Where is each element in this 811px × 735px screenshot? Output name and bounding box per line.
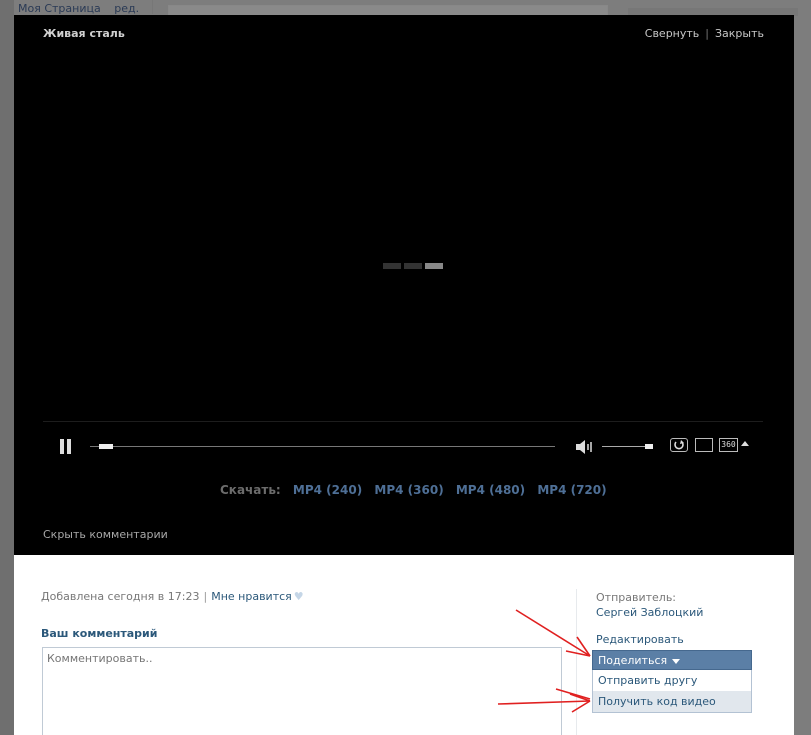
video-actions: Свернуть | Закрыть — [645, 27, 764, 40]
actions-separator: | — [705, 27, 709, 40]
loader-bar — [425, 263, 443, 269]
menu-item-get-embed-code[interactable]: Получить код видео — [593, 691, 751, 712]
loop-icon[interactable] — [670, 438, 688, 452]
loader-bar — [404, 263, 422, 269]
sender-label: Отправитель: — [596, 591, 677, 604]
video-player: Живая сталь Свернуть | Закрыть 360 Скачать… — [14, 15, 794, 555]
sender-name-link[interactable]: Сергей Заблоцкий — [596, 606, 703, 619]
expand-icon[interactable] — [695, 438, 713, 452]
chevron-down-icon — [672, 658, 681, 664]
video-title: Живая сталь — [43, 27, 125, 40]
like-link[interactable]: Мне нравится — [211, 590, 292, 603]
download-mp4-480[interactable]: MP4 (480) — [456, 483, 525, 497]
quality-arrow-icon[interactable] — [741, 441, 749, 446]
quality-button[interactable]: 360 — [719, 438, 738, 452]
share-label: Поделиться — [598, 654, 668, 667]
edit-link[interactable]: Редактировать — [596, 633, 684, 646]
minimize-button[interactable]: Свернуть — [645, 27, 700, 40]
pause-icon[interactable] — [59, 439, 73, 455]
info-separator: | — [203, 590, 208, 603]
right-column-divider — [576, 589, 577, 735]
added-date: Добавлена сегодня в 17:23 — [41, 590, 200, 603]
video-info-panel: Добавлена сегодня в 17:23 | Мне нравится ♥ … — [14, 555, 794, 735]
controls-divider — [43, 421, 763, 422]
menu-item-send-to-friend[interactable]: Отправить другу — [593, 670, 751, 691]
nav-edit[interactable]: ред. — [114, 2, 139, 15]
download-links: Скачать: MP4 (240) MP4 (360) MP4 (480) M… — [220, 483, 607, 497]
background-nav: Моя Страница ред. — [18, 2, 149, 15]
background-left-strip — [0, 0, 14, 735]
loading-indicator — [383, 259, 446, 272]
background-divider — [152, 0, 153, 14]
hide-comments-link[interactable]: Скрыть комментарии — [43, 528, 168, 541]
close-button[interactable]: Закрыть — [715, 27, 764, 40]
comment-title: Ваш комментарий — [41, 627, 158, 640]
added-info: Добавлена сегодня в 17:23 | Мне нравится ♥ — [41, 590, 304, 603]
download-mp4-360[interactable]: MP4 (360) — [374, 483, 443, 497]
loader-bar — [383, 263, 401, 269]
progress-knob[interactable] — [99, 444, 114, 449]
nav-my-page[interactable]: Моя Страница — [18, 2, 101, 15]
share-menu: Отправить другу Получить код видео — [592, 670, 752, 713]
comment-input[interactable] — [42, 647, 562, 735]
volume-slider[interactable] — [602, 444, 653, 449]
share-button[interactable]: Поделиться — [592, 650, 752, 670]
download-label: Скачать: — [220, 483, 281, 497]
download-mp4-720[interactable]: MP4 (720) — [537, 483, 606, 497]
volume-icon[interactable] — [575, 439, 595, 455]
download-mp4-240[interactable]: MP4 (240) — [293, 483, 362, 497]
heart-icon[interactable]: ♥ — [294, 590, 304, 603]
progress-bar[interactable] — [90, 444, 555, 449]
volume-knob[interactable] — [645, 444, 653, 449]
